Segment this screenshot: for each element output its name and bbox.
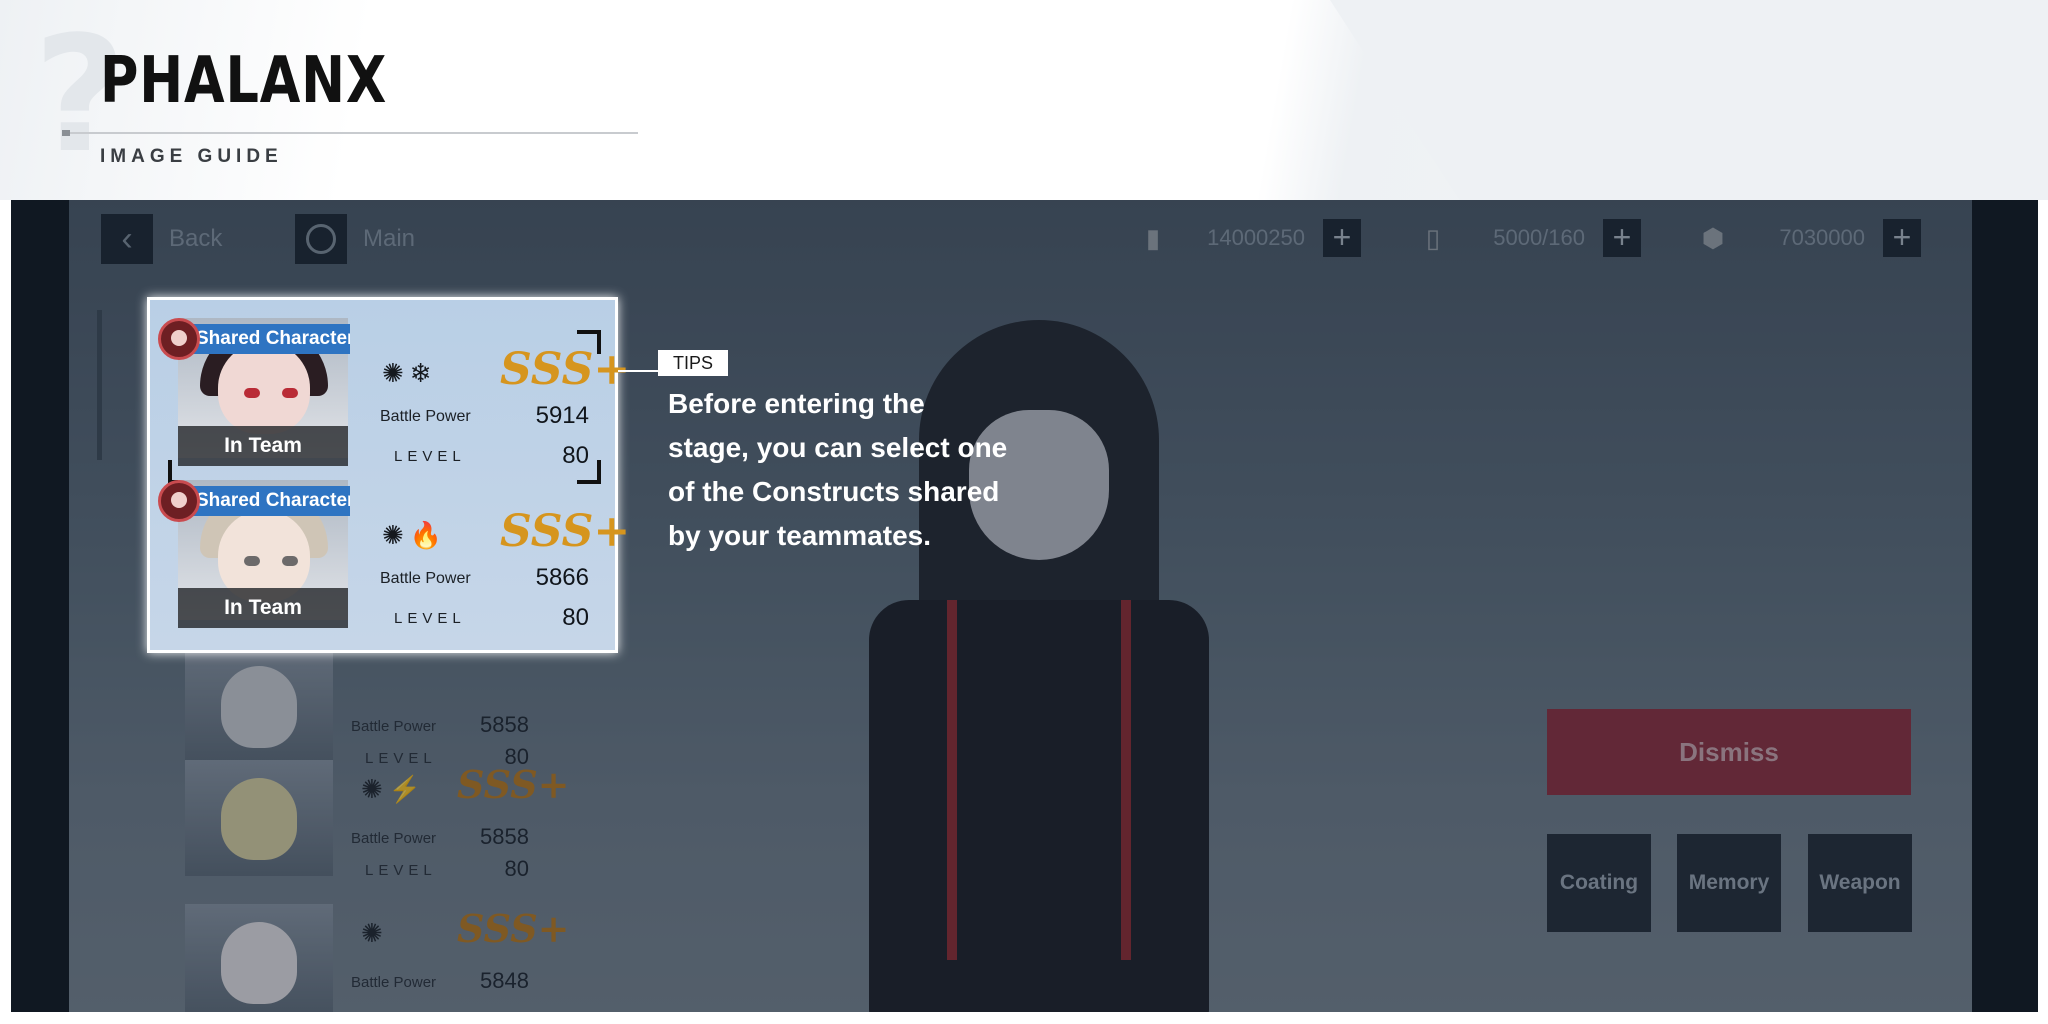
shared-character-highlight: Shared Character In Team ✺❄ SSS+ Battle … <box>147 297 630 653</box>
rank-badge: SSS+ <box>500 344 631 395</box>
tips-connector <box>618 370 660 372</box>
teammate-avatar <box>158 318 200 360</box>
header-shade <box>1330 0 2048 200</box>
element-icons: ✺❄ <box>382 358 438 388</box>
in-team-badge: In Team <box>178 588 348 628</box>
level-label: LEVEL <box>394 610 466 627</box>
guide-title: PHALANX <box>100 44 388 118</box>
title-divider <box>62 130 638 136</box>
shared-character-tag: Shared Character <box>180 324 350 354</box>
rank-badge: SSS+ <box>500 506 631 557</box>
shared-character-card[interactable]: Shared Character In Team ✺❄ SSS+ Battle … <box>150 300 630 484</box>
selection-corner-icon <box>577 330 601 354</box>
element-icons: ✺🔥 <box>382 520 449 550</box>
tips-text: Before entering the stage, you can selec… <box>668 388 1008 551</box>
battle-power-value: 5914 <box>535 402 589 429</box>
level-value: 80 <box>562 604 589 631</box>
tips-label: TIPS <box>658 350 728 376</box>
battle-power-value: 5866 <box>535 564 589 591</box>
guide-subtitle: IMAGE GUIDE <box>100 146 283 167</box>
shared-character-tag: Shared Character <box>180 486 350 516</box>
shared-character-card[interactable]: Shared Character In Team ✺🔥 SSS+ Battle … <box>150 462 630 631</box>
battle-power-label: Battle Power <box>380 570 471 587</box>
battle-power-label: Battle Power <box>380 408 471 425</box>
in-team-badge: In Team <box>178 426 348 466</box>
teammate-avatar <box>158 480 200 522</box>
